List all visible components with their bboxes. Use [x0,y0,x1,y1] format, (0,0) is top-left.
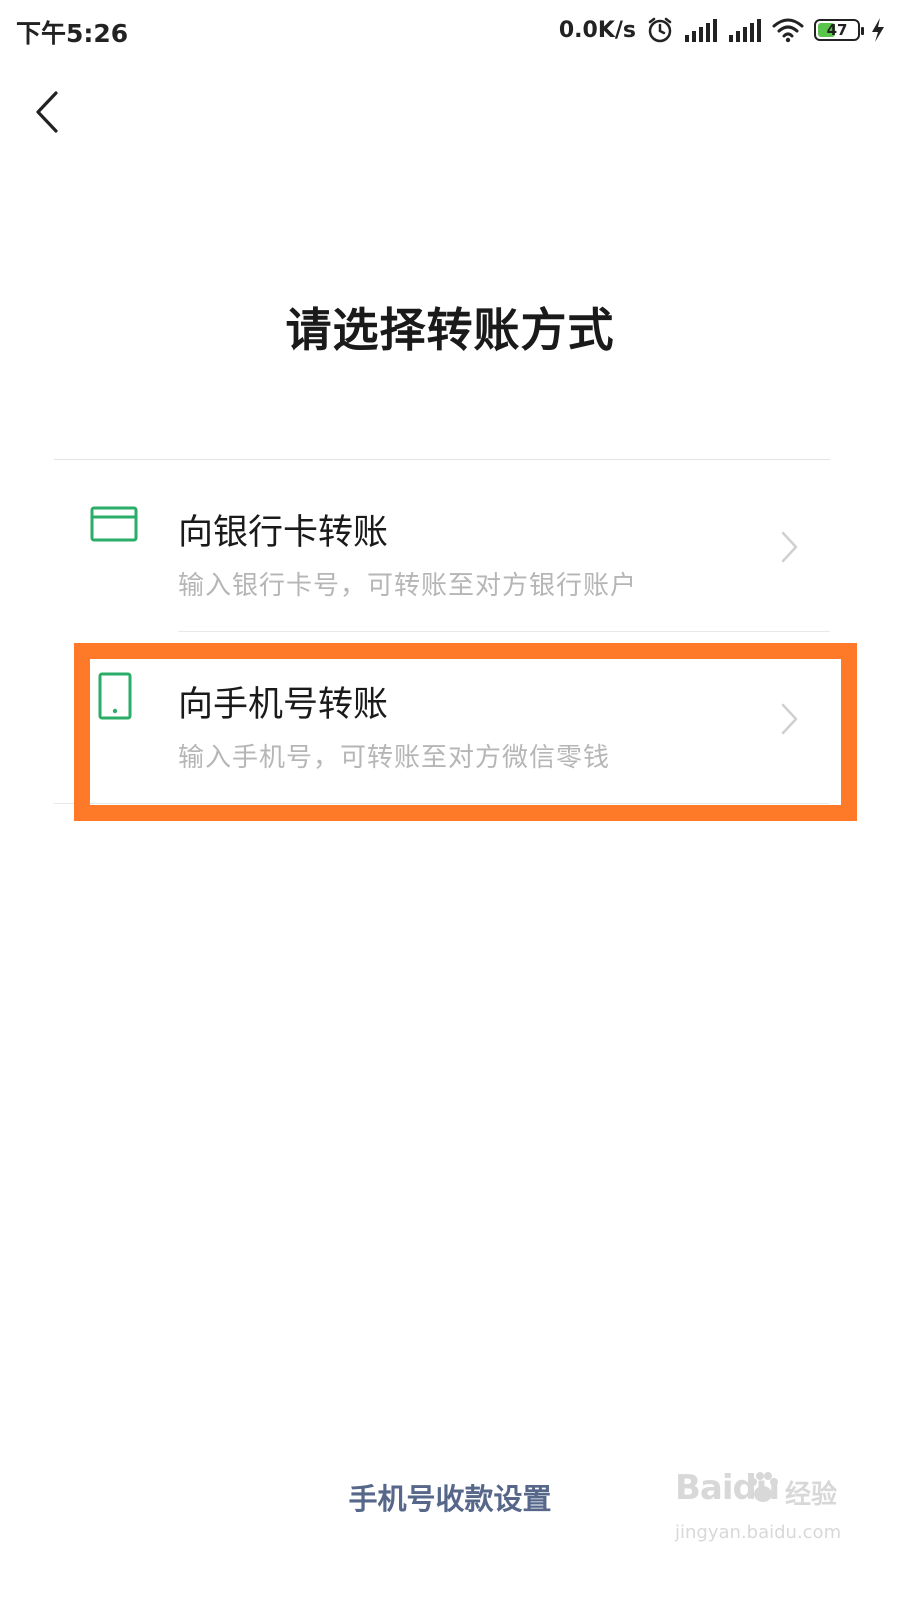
watermark-url: jingyan.baidu.com [675,1522,842,1543]
option-description: 输入手机号，可转账至对方微信零钱 [178,743,611,773]
baidu-jingyan-watermark: Baidu 经验 jingyan.baidu.com [675,1468,850,1558]
status-bar: 下午5:26 0.0K/s 47 [0,0,900,62]
chevron-right-icon [780,530,800,568]
transfer-options-list: 向银行卡转账 输入银行卡号，可转账至对方银行账户 向手机号转账 输入手机号，可转… [54,459,830,804]
charging-icon [870,17,886,43]
chevron-left-icon [32,90,62,138]
page-title: 请选择转账方式 [285,303,615,357]
divider [54,803,830,804]
option-description: 输入银行卡号，可转账至对方银行账户 [178,571,638,601]
network-speed: 0.0K/s [558,17,636,43]
wifi-icon [772,17,804,43]
mobile-phone-icon [98,672,132,724]
alarm-icon [646,16,674,44]
signal-icon [684,17,718,43]
paw-icon [747,1470,779,1508]
status-time: 下午5:26 [16,19,129,48]
bank-card-icon [90,504,138,548]
signal-icon [728,17,762,43]
option-title: 向银行卡转账 [178,513,389,553]
chevron-right-icon [780,702,800,740]
back-button[interactable] [22,86,72,142]
battery-level: 47 [826,21,848,39]
status-icons: 0.0K/s 47 [559,12,886,48]
watermark-jingyan: 经验 [785,1480,838,1510]
option-title: 向手机号转账 [178,685,389,725]
battery-icon: 47 [814,19,864,41]
option-bank-card-transfer[interactable]: 向银行卡转账 输入银行卡号，可转账至对方银行账户 [54,460,830,632]
option-phone-number-transfer[interactable]: 向手机号转账 输入手机号，可转账至对方微信零钱 [54,632,830,804]
